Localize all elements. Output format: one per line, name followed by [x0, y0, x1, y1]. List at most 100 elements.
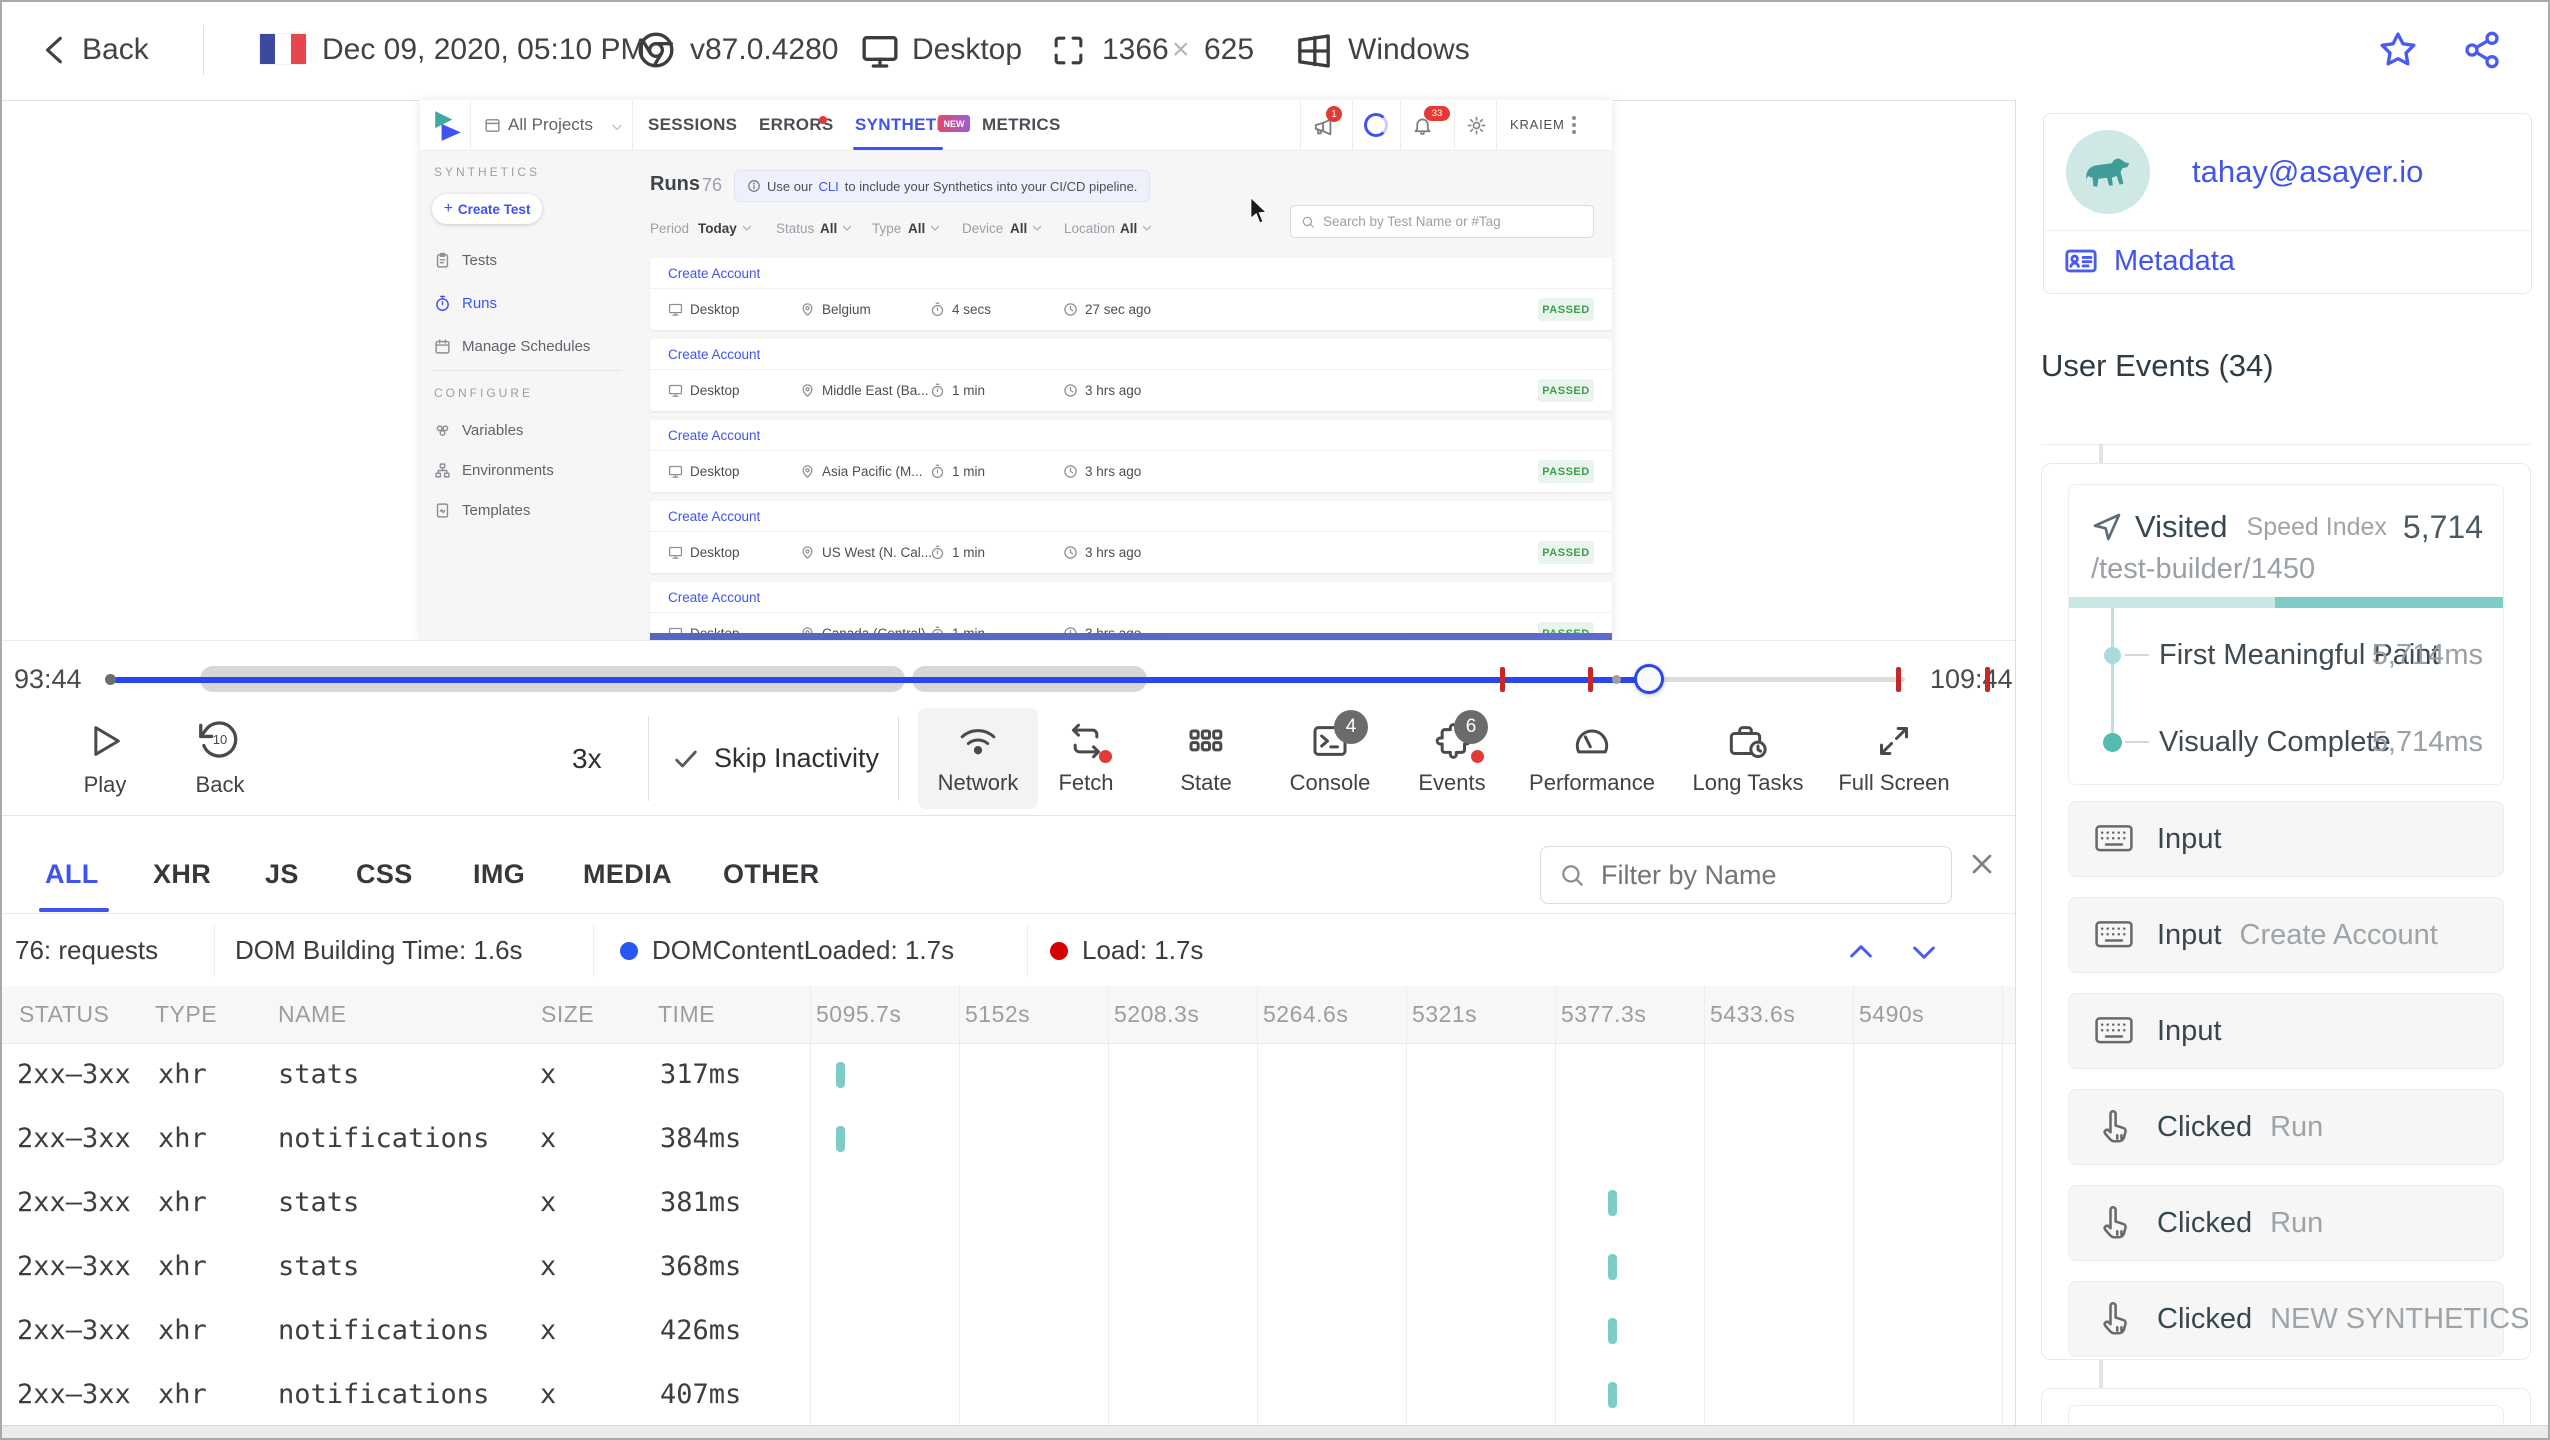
create-test-button[interactable]: + Create Test: [432, 194, 542, 224]
tab-errors[interactable]: ERRORS: [759, 100, 834, 150]
tab-other[interactable]: OTHER: [723, 852, 820, 896]
user-email[interactable]: tahay@asayer.io: [2192, 114, 2423, 230]
back-chevron-icon[interactable]: [42, 33, 68, 67]
test-name-link[interactable]: Create Account: [668, 420, 760, 450]
table-row[interactable]: 2xx–3xx xhr stats x 381ms: [0, 1171, 2015, 1235]
test-name-link[interactable]: Create Account: [668, 339, 760, 369]
playhead[interactable]: [1634, 664, 1664, 694]
play-button[interactable]: Play: [45, 708, 165, 809]
waterfall-bar: [836, 1062, 845, 1088]
test-name-link[interactable]: Create Account: [668, 258, 760, 288]
project-selector[interactable]: All Projects: [478, 100, 632, 150]
events-toggle[interactable]: Events 6: [1392, 708, 1512, 809]
back-10-button[interactable]: 10 Back: [160, 708, 280, 809]
full-screen-toggle[interactable]: Full Screen: [1834, 708, 1954, 809]
jump-up-icon[interactable]: [1845, 936, 1877, 968]
event-input[interactable]: Input: [2068, 801, 2504, 877]
event-input[interactable]: Input: [2068, 993, 2504, 1069]
filter-period[interactable]: Period: [650, 212, 689, 244]
app-top-nav: All Projects SESSIONS ERRORS SYNTHETICS …: [420, 100, 1612, 151]
fmp-dot: [2104, 647, 2121, 664]
long-tasks-toggle[interactable]: Long Tasks: [1688, 708, 1808, 809]
error-marker: [1588, 667, 1593, 692]
sidebar-item-variables[interactable]: Variables: [434, 418, 523, 442]
tab-sessions[interactable]: SESSIONS: [648, 100, 737, 150]
resolution-times: ×: [1172, 33, 1190, 66]
skip-inactivity-toggle[interactable]: Skip Inactivity: [672, 702, 879, 815]
table-row[interactable]: 2xx–3xx xhr stats x 368ms: [0, 1235, 2015, 1299]
sidebar-item-runs[interactable]: Runs: [434, 291, 497, 315]
track-start-dot: [105, 674, 116, 685]
runs-count: 76: [702, 175, 723, 195]
app-body: SYNTHETICS + Create Test Tests Runs Mana…: [420, 150, 1612, 640]
tab-all-underline: [39, 908, 109, 912]
filter-type[interactable]: Type: [872, 212, 901, 244]
sidebar-item-environments[interactable]: Environments: [434, 458, 554, 482]
filter-location[interactable]: Location: [1064, 212, 1115, 244]
run-card[interactable]: Create Account Desktop Belgium 4 secs 27…: [650, 258, 1612, 330]
tab-img[interactable]: IMG: [473, 852, 525, 896]
fmp-tick: [2125, 654, 2149, 656]
filter-box[interactable]: [1540, 846, 1952, 904]
table-row[interactable]: 2xx–3xx xhr notifications x 407ms: [0, 1363, 2015, 1427]
test-name-link[interactable]: Create Account: [668, 501, 760, 531]
tab-all[interactable]: ALL: [45, 852, 99, 896]
table-row[interactable]: 2xx–3xx xhr stats x 317ms: [0, 1043, 2015, 1107]
jump-down-icon[interactable]: [1908, 936, 1940, 968]
table-row[interactable]: 2xx–3xx xhr notifications x 426ms: [0, 1299, 2015, 1363]
share-icon[interactable]: [2462, 30, 2502, 70]
right-sidebar: tahay@asayer.io Metadata User Events (34…: [2015, 100, 2550, 1440]
resolution-height: 625: [1204, 33, 1255, 66]
load-dot: [1050, 942, 1068, 960]
console-toggle[interactable]: Console 4: [1270, 708, 1390, 809]
run-card[interactable]: Create Account Desktop Asia Pacific (M..…: [650, 420, 1612, 492]
tab-media[interactable]: MEDIA: [583, 852, 672, 896]
fetch-red-dot: [1099, 750, 1112, 763]
kebab-menu-icon[interactable]: [1572, 116, 1576, 134]
test-name-link[interactable]: Create Account: [668, 582, 760, 612]
tab-js[interactable]: JS: [265, 852, 299, 896]
state-toggle[interactable]: State: [1146, 708, 1266, 809]
close-icon[interactable]: [1966, 848, 1998, 880]
metadata-button[interactable]: Metadata: [2064, 230, 2235, 292]
favorite-star-icon[interactable]: [2378, 30, 2418, 70]
user-menu[interactable]: KRAIEM: [1510, 100, 1565, 150]
fetch-toggle[interactable]: Fetch: [1026, 708, 1146, 809]
waterfall-bar: [1608, 1318, 1617, 1344]
back-button[interactable]: Back: [82, 0, 149, 100]
fmp-value: 5,714ms: [2371, 639, 2483, 671]
filter-status[interactable]: Status: [776, 212, 814, 244]
hyena-icon: [2086, 158, 2130, 187]
keyboard-icon: [2095, 1017, 2133, 1044]
run-card[interactable]: Create Account Desktop Canada (Central).…: [650, 582, 1612, 640]
event-clicked[interactable]: Clicked Run: [2068, 1185, 2504, 1261]
table-row[interactable]: 2xx–3xx xhr notifications x 384ms: [0, 1107, 2015, 1171]
search-placeholder: Search by Test Name or #Tag: [1323, 214, 1501, 229]
horizontal-scrollbar[interactable]: [0, 1425, 2550, 1440]
run-card[interactable]: Create Account Desktop US West (N. Cal..…: [650, 501, 1612, 573]
sidebar-item-manage-schedules[interactable]: Manage Schedules: [434, 334, 590, 358]
sidebar-item-tests[interactable]: Tests: [434, 248, 497, 272]
event-clicked[interactable]: Clicked NEW SYNTHETICS: [2068, 1281, 2530, 1357]
timeline-track[interactable]: [105, 641, 1905, 703]
search-input[interactable]: Search by Test Name or #Tag: [1290, 205, 1594, 238]
filter-input[interactable]: [1599, 858, 1903, 892]
settings-gear-icon[interactable]: [1466, 115, 1487, 136]
sidebar-item-templates[interactable]: Templates: [434, 498, 530, 522]
filter-device[interactable]: Device: [962, 212, 1003, 244]
network-toggle[interactable]: Network: [918, 708, 1038, 809]
table-header: STATUS TYPE NAME SIZE TIME 5095.7s 5152s…: [0, 986, 2015, 1044]
cli-link[interactable]: CLI: [819, 179, 839, 194]
id-card-icon: [2065, 249, 2097, 273]
user-events-title: User Events (34): [2041, 348, 2274, 383]
dom-content-loaded: DOMContentLoaded: 1.7s: [652, 935, 955, 965]
tab-css[interactable]: CSS: [356, 852, 413, 896]
event-clicked[interactable]: Clicked Run: [2068, 1089, 2504, 1165]
run-card[interactable]: Create Account Desktop Middle East (Ba..…: [650, 339, 1612, 411]
event-input[interactable]: Input Create Account: [2068, 897, 2504, 973]
tab-metrics[interactable]: METRICS: [982, 100, 1061, 150]
performance-toggle[interactable]: Performance: [1529, 708, 1655, 809]
visited-card[interactable]: Visited Speed Index 5,714 /test-builder/…: [2068, 484, 2504, 785]
speed-toggle[interactable]: 3x: [572, 702, 602, 815]
tab-xhr[interactable]: XHR: [153, 852, 211, 896]
